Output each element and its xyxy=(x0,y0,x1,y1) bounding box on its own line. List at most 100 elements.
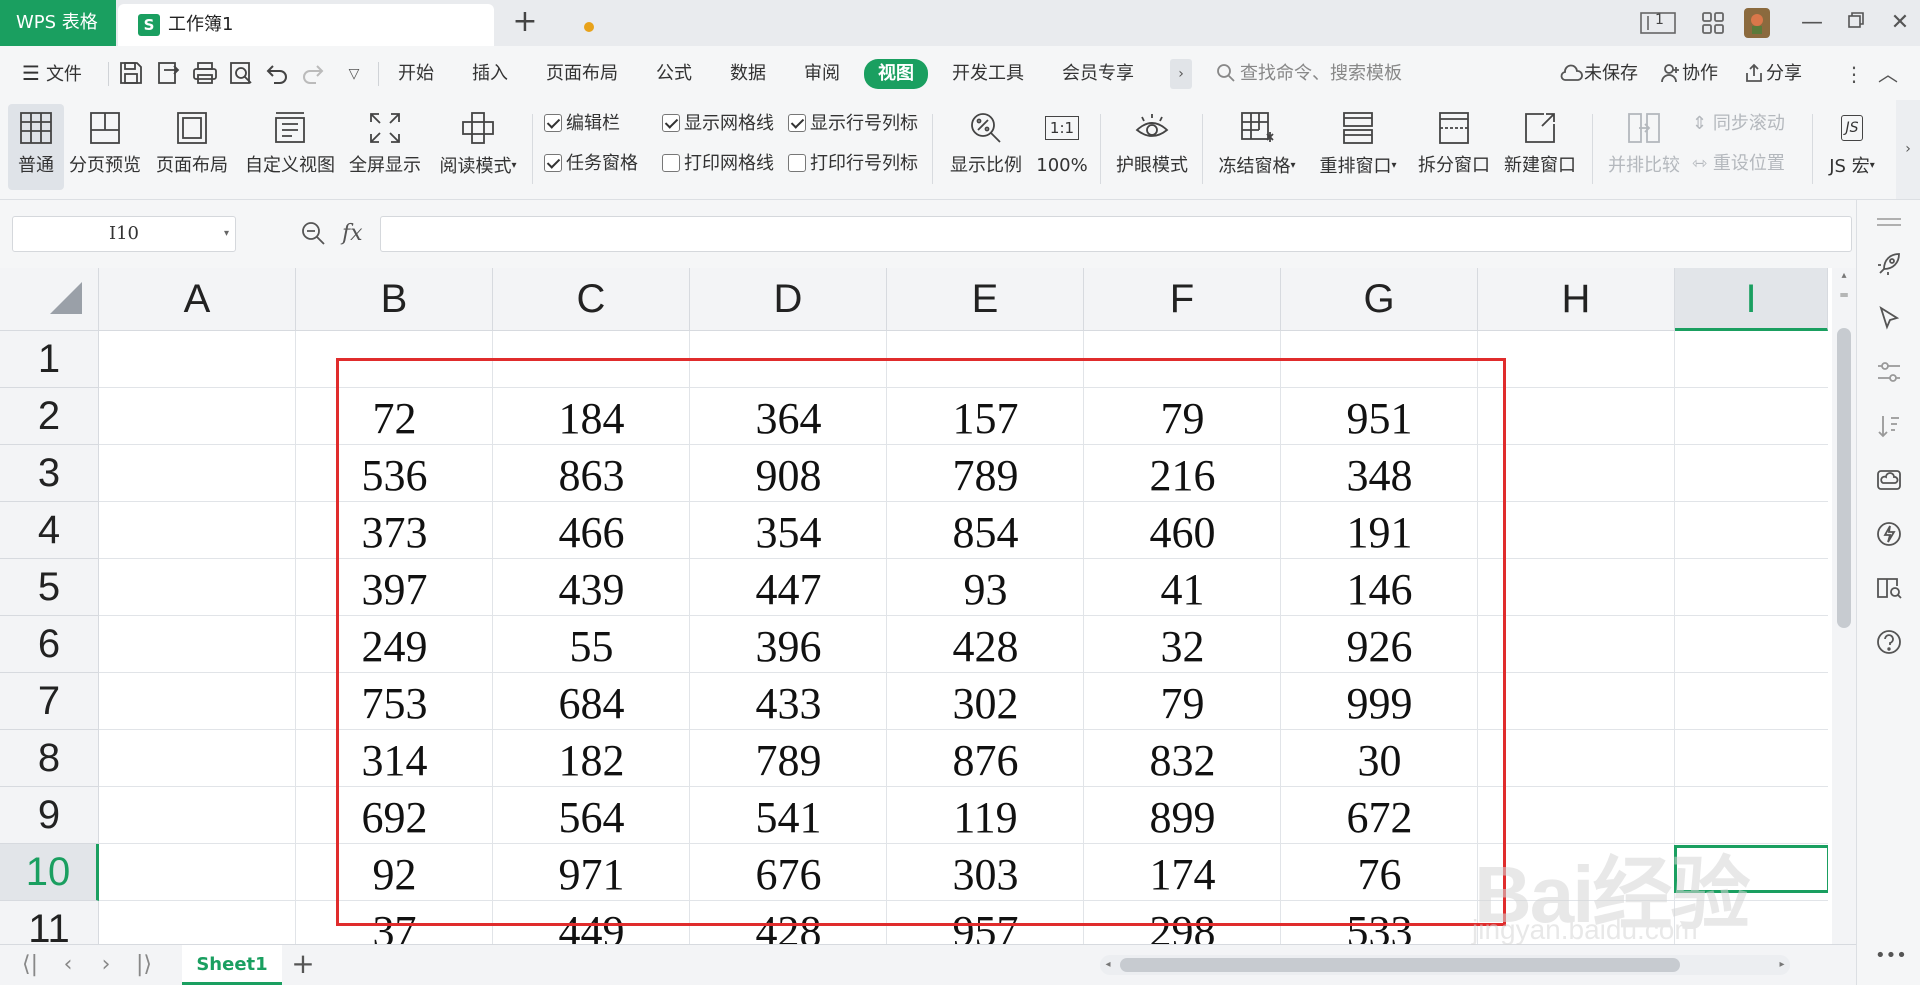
select-all-corner[interactable] xyxy=(0,268,99,331)
column-header-a[interactable]: A xyxy=(99,268,296,331)
zoom-ratio-button[interactable]: 显示比例 xyxy=(946,104,1026,190)
row-header-8[interactable]: 8 xyxy=(0,730,99,787)
redo-icon[interactable] xyxy=(300,60,328,88)
avatar[interactable] xyxy=(1744,8,1770,38)
row-header-2[interactable]: 2 xyxy=(0,388,99,445)
eye-protection-button[interactable]: 护眼模式 xyxy=(1110,104,1194,190)
print-icon[interactable] xyxy=(192,60,220,88)
arrange-windows-button[interactable]: 重排窗口▾ xyxy=(1314,104,1402,190)
custom-view-button[interactable]: 自定义视图 xyxy=(242,104,338,190)
column-header-e[interactable]: E xyxy=(887,268,1084,331)
collaborate-button[interactable]: 协作 xyxy=(1660,59,1718,89)
page-indicator-icon[interactable]: 1 xyxy=(1640,10,1676,36)
more-icon[interactable]: ⋮ xyxy=(1844,59,1864,89)
row-header-1[interactable]: 1 xyxy=(0,331,99,388)
page-break-preview-button[interactable]: 分页预览 xyxy=(66,104,144,190)
side-by-side-button[interactable]: 并排比较 xyxy=(1604,104,1684,190)
zoom-in-icon[interactable] xyxy=(300,220,328,248)
column-header-d[interactable]: D xyxy=(690,268,887,331)
undo-icon[interactable] xyxy=(264,60,292,88)
document-tab[interactable]: S 工作簿1 xyxy=(118,4,594,46)
file-menu[interactable]: ☰ 文件 xyxy=(22,58,82,88)
name-box[interactable]: I10 ▾ xyxy=(12,216,236,252)
menu-view[interactable]: 视图 xyxy=(864,59,928,89)
next-sheet-icon[interactable]: › xyxy=(92,951,120,979)
vertical-scrollbar[interactable]: ▴ ═ xyxy=(1832,268,1856,944)
last-sheet-icon[interactable]: |⟩ xyxy=(130,951,158,979)
ribbon-scroll-right-icon[interactable]: › xyxy=(1896,100,1920,199)
command-search[interactable]: 查找命令、搜索模板 xyxy=(1216,59,1402,89)
print-gridlines-checkbox[interactable]: 打印网格线 xyxy=(662,150,774,178)
column-header-g[interactable]: G xyxy=(1281,268,1478,331)
sliders-icon[interactable] xyxy=(1875,358,1903,386)
page-layout-view-button[interactable]: 页面布局 xyxy=(152,104,232,190)
grid-layout-icon[interactable] xyxy=(1700,10,1726,36)
normal-view-button[interactable]: 普通 xyxy=(8,104,64,190)
unsaved-status[interactable]: 未保存 xyxy=(1560,59,1638,89)
new-tab-button[interactable]: + xyxy=(508,6,542,40)
export-icon[interactable] xyxy=(156,60,184,88)
minimize-icon[interactable]: — xyxy=(1792,8,1832,38)
rocket-icon[interactable] xyxy=(1875,250,1903,278)
row-header-4[interactable]: 4 xyxy=(0,502,99,559)
prev-sheet-icon[interactable]: ‹ xyxy=(54,951,82,979)
row-header-3[interactable]: 3 xyxy=(0,445,99,502)
column-header-b[interactable]: B xyxy=(296,268,493,331)
full-screen-button[interactable]: 全屏显示 xyxy=(344,104,426,190)
menu-member[interactable]: 会员专享 xyxy=(1062,59,1134,89)
sync-scroll-button[interactable]: ⇕ 同步滚动 xyxy=(1692,110,1785,138)
zoom-100-button[interactable]: 1:1 100% xyxy=(1032,104,1092,190)
close-icon[interactable]: ✕ xyxy=(1880,8,1920,38)
restore-icon[interactable] xyxy=(1836,8,1876,38)
menu-formulas[interactable]: 公式 xyxy=(656,59,692,89)
vertical-scroll-thumb[interactable] xyxy=(1837,328,1851,628)
row-header-5[interactable]: 5 xyxy=(0,559,99,616)
reading-mode-button[interactable]: 阅读模式▾ xyxy=(434,104,522,190)
column-header-h[interactable]: H xyxy=(1478,268,1675,331)
lightning-icon[interactable] xyxy=(1875,520,1903,548)
split-window-button[interactable]: 拆分窗口 xyxy=(1412,104,1496,190)
column-header-c[interactable]: C xyxy=(493,268,690,331)
share-button[interactable]: 分享 xyxy=(1744,59,1802,89)
print-row-col-headers-checkbox[interactable]: 打印行号列标 xyxy=(788,150,918,178)
new-window-button[interactable]: 新建窗口 xyxy=(1498,104,1582,190)
print-preview-icon[interactable] xyxy=(228,60,256,88)
scroll-left-icon[interactable]: ◂ xyxy=(1100,955,1116,975)
add-sheet-button[interactable]: + xyxy=(288,949,318,979)
menu-page-layout[interactable]: 页面布局 xyxy=(546,59,618,89)
row-header-10[interactable]: 10 xyxy=(0,844,99,901)
menu-data[interactable]: 数据 xyxy=(730,59,766,89)
scroll-right-icon[interactable]: ▸ xyxy=(1774,955,1790,975)
horizontal-scrollbar[interactable]: ◂ ▸ xyxy=(1100,955,1790,975)
freeze-panes-button[interactable]: 冻结窗格▾ xyxy=(1212,104,1302,190)
horizontal-scroll-thumb[interactable] xyxy=(1120,958,1680,972)
reset-position-button[interactable]: ⇿ 重设位置 xyxy=(1692,150,1785,178)
sheet-tab-sheet1[interactable]: Sheet1 xyxy=(182,945,282,985)
menu-insert[interactable]: 插入 xyxy=(472,59,508,89)
scroll-up-icon[interactable]: ▴ xyxy=(1836,270,1852,286)
menu-scroll-right-icon[interactable]: › xyxy=(1170,59,1192,89)
menu-home[interactable]: 开始 xyxy=(398,59,434,89)
edit-bar-checkbox[interactable]: 编辑栏 xyxy=(544,110,620,138)
task-pane-checkbox[interactable]: 任务窗格 xyxy=(544,150,638,178)
quick-access-dropdown-icon[interactable]: ▽ xyxy=(340,60,368,88)
split-handle-icon[interactable]: ═ xyxy=(1836,288,1852,304)
row-header-9[interactable]: 9 xyxy=(0,787,99,844)
row-header-11[interactable]: 11 xyxy=(0,901,99,944)
show-row-col-headers-checkbox[interactable]: 显示行号列标 xyxy=(788,110,918,138)
sort-icon[interactable] xyxy=(1875,412,1903,440)
column-header-f[interactable]: F xyxy=(1084,268,1281,331)
first-sheet-icon[interactable]: ⟨| xyxy=(16,951,44,979)
spreadsheet-grid[interactable]: ABCDEFGHI 1 2 3 4 5 6 7 8 9 10 11 72 184 364 157 79 951… xyxy=(0,268,1828,944)
insert-function-icon[interactable]: fx xyxy=(342,216,363,252)
book-search-icon[interactable] xyxy=(1875,574,1903,602)
menu-review[interactable]: 审阅 xyxy=(804,59,840,89)
collapse-ribbon-icon[interactable]: ︿ xyxy=(1878,59,1898,89)
formula-input[interactable] xyxy=(380,216,1852,252)
menu-developer[interactable]: 开发工具 xyxy=(952,59,1024,89)
help-icon[interactable] xyxy=(1875,628,1903,656)
app-tab[interactable]: WPS 表格 xyxy=(0,0,116,46)
save-icon[interactable] xyxy=(118,60,146,88)
js-macro-button[interactable]: JS JS 宏▾ xyxy=(1822,104,1882,190)
column-header-i[interactable]: I xyxy=(1675,268,1828,331)
